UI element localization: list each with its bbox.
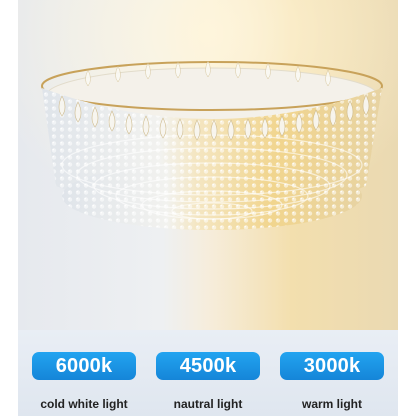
temp-badge-3000k: 3000k (280, 352, 384, 380)
temp-label-cold: cold white light (40, 397, 128, 411)
temp-badge-4500k: 4500k (156, 352, 260, 380)
temp-label-neutral: nautral light (173, 397, 243, 411)
temp-badge-6000k: 6000k (32, 352, 136, 380)
chandelier-photo (18, 0, 398, 330)
temp-label-warm: warm light (301, 397, 362, 411)
product-image-panel: 6000k cold white light 4500k nautral lig… (0, 0, 416, 416)
color-temperature-bar: 6000k cold white light 4500k nautral lig… (18, 330, 398, 416)
chandelier-illustration (18, 0, 398, 330)
